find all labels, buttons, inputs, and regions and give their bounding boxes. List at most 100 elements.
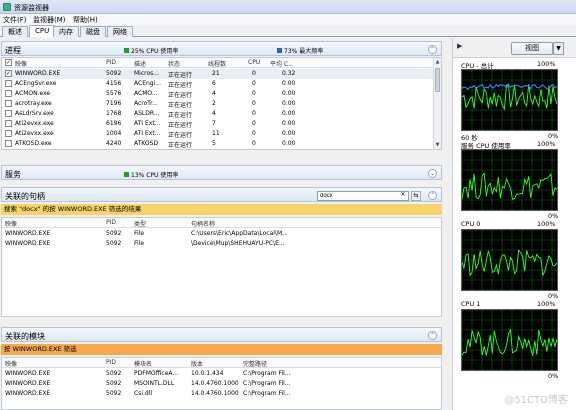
- process-row[interactable]: ACMON.exe 5576 ACMO... 正在运行 4 0 0.00: [2, 89, 441, 99]
- collapse-icon[interactable]: ⌃: [428, 331, 437, 340]
- process-row[interactable]: ACEngSvr.exe 4156 ACEngi... 正在运行 6 0 0.00: [2, 79, 441, 89]
- graph-max-label: 100%: [537, 140, 556, 148]
- module-row[interactable]: WINWORD.EXE 5092 Csi.dll 14.0.4760.1000 C:\P…: [2, 389, 441, 399]
- col-version[interactable]: 版本: [191, 359, 203, 368]
- usage-line: [462, 171, 557, 200]
- process-image: acrotray.exe: [15, 100, 52, 107]
- tab-disk[interactable]: 磁盘: [80, 26, 106, 37]
- process-avg: 0.00: [282, 130, 296, 137]
- expand-icon[interactable]: ⌄: [428, 169, 437, 178]
- menu-file[interactable]: 文件(F): [3, 15, 27, 25]
- process-desc: Micros...: [134, 70, 159, 77]
- process-avg: 0.00: [282, 140, 296, 147]
- menu-monitor[interactable]: 监视器(M): [33, 15, 66, 25]
- left-panel: 进程 25% CPU 使用率 73% 最大频率 ⌃ ✓ 映像 PID 描述 状态…: [1, 38, 442, 410]
- module-row[interactable]: WINWORD.EXE 5092 PDFMOfficeA... 10.0.1.434 C…: [2, 369, 441, 379]
- process-pid: 7196: [106, 100, 122, 107]
- tab-cpu[interactable]: CPU: [29, 25, 56, 37]
- module-pid: 5092: [106, 380, 122, 387]
- process-threads: 4: [212, 110, 216, 117]
- module-row[interactable]: WINWORD.EXE 5092 MSOINTL.DLL 14.0.4760.1000…: [2, 379, 441, 389]
- process-cpu: 0: [252, 140, 256, 147]
- col-avg-cpu[interactable]: 平均 C...: [270, 59, 294, 68]
- col-full-path[interactable]: 完整路径: [243, 359, 267, 368]
- modules-title: 关联的模块: [5, 332, 45, 341]
- col-status[interactable]: 状态: [168, 59, 180, 68]
- module-version: 14.0.4760.1000: [191, 390, 239, 397]
- process-checkbox[interactable]: [5, 140, 12, 147]
- services-header[interactable]: 服务 13% CPU 使用率 ⌄: [1, 165, 442, 180]
- scroll-down-icon[interactable]: ▼: [434, 141, 441, 149]
- handles-search-input[interactable]: [317, 191, 409, 201]
- title-bar: 资源监视器: [0, 0, 576, 14]
- handles-header[interactable]: 关联的句柄 ✕ ⇆ ⌃: [1, 187, 442, 202]
- module-version: 14.0.4760.1000: [191, 380, 239, 387]
- handle-row[interactable]: WINWORD.EXE 5092 File \Device\Mup\SHEHUAYU-…: [2, 239, 441, 249]
- handles-table-header: 映像 PID 类型 句柄名称: [2, 218, 441, 228]
- tab-overview[interactable]: 概述: [2, 26, 28, 37]
- module-path: C:\Program Fil...: [243, 370, 291, 377]
- module-version: 10.0.1.434: [191, 370, 224, 377]
- process-checkbox[interactable]: [5, 100, 12, 107]
- col-description[interactable]: 描述: [134, 59, 146, 68]
- col-pid[interactable]: PID: [106, 59, 116, 66]
- module-image: WINWORD.EXE: [5, 380, 51, 387]
- tab-strip: 概述 CPU 内存 磁盘 网络: [0, 25, 576, 37]
- select-all-checkbox[interactable]: ✓: [5, 59, 12, 66]
- process-threads: 5: [212, 140, 216, 147]
- process-pid: 6196: [106, 120, 122, 127]
- process-checkbox[interactable]: [5, 110, 12, 117]
- modules-header[interactable]: 关联的模块 ⌃: [1, 327, 442, 342]
- col-pid[interactable]: PID: [106, 359, 116, 366]
- process-avg: 0.00: [282, 90, 296, 97]
- process-checkbox[interactable]: [5, 90, 12, 97]
- process-checkbox[interactable]: [5, 130, 12, 137]
- process-desc: ASLDR...: [134, 110, 160, 117]
- tab-memory[interactable]: 内存: [53, 26, 79, 37]
- process-row[interactable]: ATKOSD.exe 4240 ATKOSD 正在运行 5 0 0.00: [2, 139, 441, 149]
- view-dropdown-icon[interactable]: ▼: [553, 42, 564, 55]
- col-image[interactable]: 映像: [5, 359, 17, 368]
- col-image[interactable]: 映像: [5, 219, 17, 228]
- process-row[interactable]: AsLdrSrv.exe 1768 ASLDR... 正在运行 4 0 0.00: [2, 109, 441, 119]
- handle-row[interactable]: WINWORD.EXE 5092 File C:\Users\Eric\AppData…: [2, 229, 441, 239]
- col-threads[interactable]: 线程数: [208, 59, 226, 68]
- graphs-toolbar: ▶ 视图 ▼: [453, 38, 576, 58]
- process-row[interactable]: acrotray.exe 7196 AcroTr... 正在运行 2 0 0.00: [2, 99, 441, 109]
- module-pid: 5092: [106, 390, 122, 397]
- tab-network[interactable]: 网络: [107, 26, 133, 37]
- scroll-up-icon[interactable]: ▲: [434, 58, 441, 66]
- resource-monitor-window: 资源监视器 文件(F) 监视器(M) 帮助(H) 概述 CPU 内存 磁盘 网络…: [0, 0, 576, 410]
- process-row[interactable]: ✓ WINWORD.EXE 5092 Micros... 正在运行 21 0 0.32: [2, 69, 441, 79]
- menu-help[interactable]: 帮助(H): [73, 15, 98, 25]
- process-checkbox[interactable]: [5, 120, 12, 127]
- col-module-name[interactable]: 模块名: [134, 359, 152, 368]
- menu-bar: 文件(F) 监视器(M) 帮助(H): [0, 14, 576, 25]
- module-module: PDFMOfficeA...: [134, 370, 179, 377]
- scroll-thumb[interactable]: [435, 68, 440, 92]
- clear-search-icon[interactable]: ✕: [398, 191, 408, 201]
- col-pid[interactable]: PID: [106, 219, 116, 226]
- view-button[interactable]: 视图: [511, 42, 553, 55]
- collapse-icon[interactable]: ⌃: [428, 191, 437, 200]
- module-pid: 5092: [106, 370, 122, 377]
- module-path: C:\Program Fil...: [243, 380, 291, 387]
- process-checkbox[interactable]: [5, 80, 12, 87]
- col-handle-name[interactable]: 句柄名称: [191, 219, 215, 228]
- process-row[interactable]: Ati2evxx.exe 6196 ATI Ext... 正在运行 7 0 0.00: [2, 119, 441, 129]
- col-cpu[interactable]: CPU: [248, 59, 260, 66]
- cpu-graph: [461, 149, 558, 211]
- processes-scrollbar[interactable]: ▲ ▼: [433, 58, 441, 149]
- search-refresh-icon[interactable]: ⇆: [411, 191, 421, 201]
- col-type[interactable]: 类型: [134, 219, 146, 228]
- col-image[interactable]: 映像: [15, 59, 27, 68]
- module-module: MSOINTL.DLL: [134, 380, 175, 387]
- collapse-icon[interactable]: ⌃: [428, 45, 437, 54]
- process-cpu: 0: [252, 110, 256, 117]
- processes-header[interactable]: 进程 25% CPU 使用率 73% 最大频率 ⌃: [1, 41, 442, 56]
- process-row[interactable]: Ati2evxx.exe 1004 ATI Ext... 正在运行 11 0 0.00: [2, 129, 441, 139]
- expand-panel-icon[interactable]: ▶: [457, 42, 462, 50]
- process-threads: 21: [212, 70, 220, 77]
- process-checkbox[interactable]: ✓: [5, 70, 12, 77]
- module-image: WINWORD.EXE: [5, 390, 51, 397]
